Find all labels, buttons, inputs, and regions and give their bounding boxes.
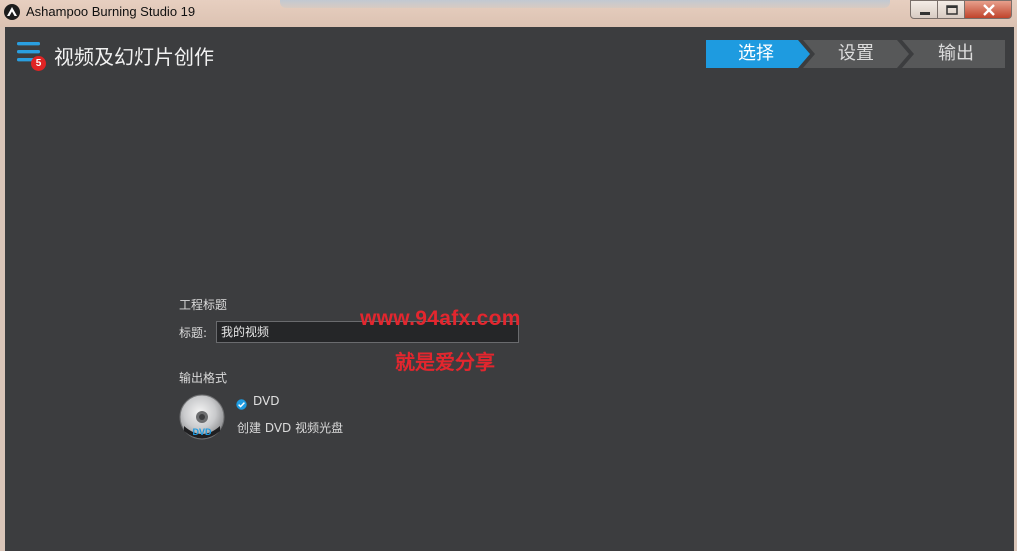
- checkmark-icon: [236, 399, 247, 410]
- maximize-button[interactable]: [937, 0, 965, 19]
- project-title-heading: 工程标题: [179, 298, 228, 312]
- page-title: 视频及幻灯片创作: [54, 45, 214, 69]
- close-button[interactable]: [964, 0, 1012, 19]
- app-logo-icon: [4, 4, 20, 20]
- maximize-icon: [946, 5, 958, 15]
- title-field-label: 标题:: [179, 326, 208, 340]
- dvd-format-description: 创建 DVD 视频光盘: [237, 421, 344, 435]
- watermark-tagline: 就是爱分享: [395, 350, 495, 374]
- window-title: Ashampoo Burning Studio 19: [26, 4, 196, 19]
- notification-badge: 5: [31, 56, 46, 71]
- output-format-heading: 输出格式: [179, 371, 228, 385]
- minimize-button[interactable]: [910, 0, 938, 19]
- dvd-format-option[interactable]: DVD: [178, 394, 228, 444]
- dvd-disc-label: DVD: [192, 427, 212, 437]
- tab-select[interactable]: 选择: [706, 40, 806, 67]
- dvd-checkbox[interactable]: [236, 395, 247, 410]
- tab-settings[interactable]: 设置: [806, 40, 906, 67]
- watermark-url: www.94afx.com: [360, 307, 521, 330]
- main-panel: 5 视频及幻灯片创作 选择 设置 输出 工程标题 标题: 我的视频 www.94…: [5, 27, 1014, 551]
- background-blur: [280, 0, 890, 8]
- minimize-icon: [920, 12, 930, 15]
- close-icon: [983, 4, 995, 16]
- dvd-disc-icon: DVD: [179, 394, 225, 440]
- tab-output[interactable]: 输出: [906, 40, 1006, 67]
- window-titlebar[interactable]: Ashampoo Burning Studio 19: [0, 0, 1017, 27]
- dvd-format-name: DVD: [253, 394, 280, 408]
